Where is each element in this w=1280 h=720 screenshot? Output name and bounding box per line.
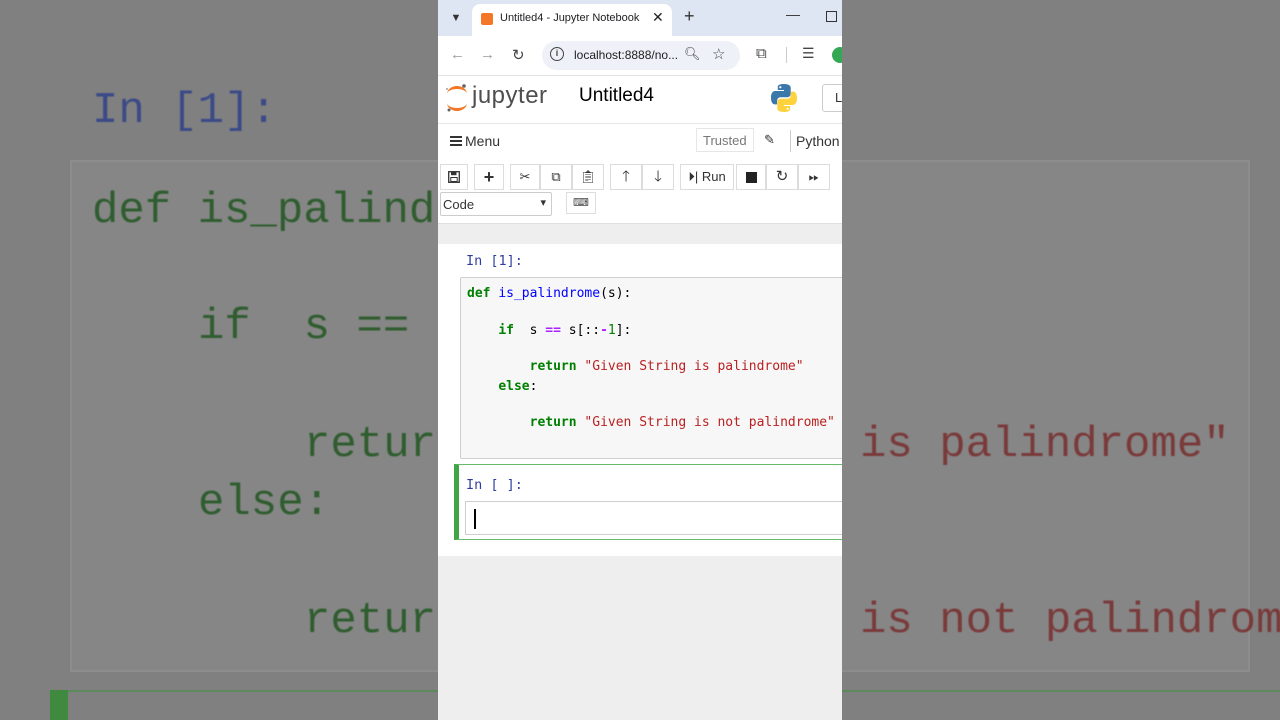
- cell-prompt: In [ ]:: [466, 477, 523, 493]
- restart-run-all-icon[interactable]: ⏩︎: [798, 164, 830, 190]
- backdrop-text: else:: [198, 478, 331, 528]
- run-label: Run: [701, 169, 726, 184]
- new-tab-button[interactable]: +: [684, 6, 695, 27]
- cell-type-value: Code: [443, 197, 475, 212]
- paste-icon[interactable]: 📋︎: [572, 164, 604, 190]
- backdrop-line: else:: [198, 478, 330, 528]
- notebook-page: In [1]: def is_palindrome(s): if s == s[…: [438, 244, 842, 556]
- code-input-area[interactable]: [465, 501, 842, 535]
- step-forward-icon: ⏵︎|: [688, 169, 699, 184]
- backdrop-prompt: In [1]:: [92, 86, 277, 136]
- info-icon[interactable]: i: [550, 47, 564, 61]
- cell-prompt: In [1]:: [466, 253, 523, 269]
- zoom-icon[interactable]: 🔍︎: [684, 46, 701, 62]
- move-down-icon[interactable]: 🡓: [642, 164, 674, 190]
- backdrop-cell-marker: [50, 690, 68, 720]
- code-line[interactable]: else:: [467, 379, 537, 394]
- backdrop-text: retur: [304, 596, 437, 646]
- menu-bar: Menu Trusted ✎ Python: [438, 124, 842, 158]
- code-line[interactable]: return "Given String is palindrome": [467, 359, 804, 374]
- chevron-down-icon[interactable]: ▼: [446, 8, 466, 28]
- back-icon[interactable]: ←: [450, 46, 465, 63]
- selected-cell[interactable]: In [ ]:: [454, 464, 842, 540]
- jupyter-favicon: [481, 13, 493, 25]
- url-text[interactable]: localhost:8888/no...: [574, 48, 678, 62]
- address-bar: ← → ↻ i localhost:8888/no... 🔍︎ ☆ ⧉ ☰: [438, 36, 842, 76]
- backdrop-text: if s ==: [198, 302, 410, 352]
- url-omnibox[interactable]: i localhost:8888/no... 🔍︎ ☆: [542, 41, 740, 70]
- add-cell-button[interactable]: +: [474, 164, 504, 190]
- keyboard-icon[interactable]: ⌨: [566, 192, 596, 214]
- tab-title: Untitled4 - Jupyter Notebook: [500, 12, 640, 24]
- profile-icon[interactable]: [832, 47, 842, 63]
- kernel-indicator[interactable]: Python: [796, 133, 840, 149]
- minimize-icon[interactable]: —: [786, 6, 800, 22]
- move-up-icon[interactable]: 🡑: [610, 164, 642, 190]
- media-icon[interactable]: ☰: [802, 45, 815, 62]
- interrupt-stop-icon[interactable]: [736, 164, 766, 190]
- trusted-indicator[interactable]: Trusted: [696, 128, 754, 152]
- logout-button[interactable]: L: [822, 84, 842, 112]
- cut-icon[interactable]: ✂: [510, 164, 540, 190]
- backdrop-line: if s ==: [198, 302, 409, 352]
- restart-icon[interactable]: ↻: [766, 164, 798, 190]
- forward-icon[interactable]: →: [480, 46, 495, 63]
- jupyter-brand[interactable]: jupyter: [472, 82, 548, 110]
- code-line[interactable]: if s == s[::-1]:: [467, 323, 631, 338]
- cell-type-select[interactable]: Code ▾: [440, 192, 552, 216]
- backdrop-text: def is_palind: [92, 186, 436, 236]
- python-logo-icon: [771, 84, 797, 112]
- backdrop-right-line: is palindrome": [860, 420, 1230, 470]
- notebook-area: In [1]: def is_palindrome(s): if s == s[…: [438, 224, 842, 720]
- backdrop-text: retur: [304, 420, 437, 470]
- backdrop-right-line: is not palindrom: [860, 596, 1280, 646]
- notebook-toolbar: + ✂ ⧉ 📋︎ 🡑 🡓 ⏵︎| Run ↻ ⏩︎ Code ▾ ⌨: [438, 158, 842, 224]
- reload-icon[interactable]: ↻: [512, 46, 525, 64]
- maximize-icon[interactable]: [826, 11, 837, 22]
- pencil-icon[interactable]: ✎: [764, 132, 775, 148]
- close-icon[interactable]: ✕: [652, 9, 664, 26]
- jupyter-header: jupyter Untitled4 L: [438, 76, 842, 124]
- star-icon[interactable]: ☆: [712, 45, 725, 63]
- save-icon[interactable]: [440, 164, 468, 190]
- run-button[interactable]: ⏵︎| Run: [680, 164, 734, 190]
- notebook-name[interactable]: Untitled4: [579, 85, 654, 107]
- text-cursor: [474, 509, 476, 529]
- toolbar-separator: [786, 47, 787, 63]
- tab-bar: ▼ Untitled4 - Jupyter Notebook ✕ + —: [438, 0, 842, 36]
- chevron-down-icon: ▾: [540, 197, 546, 209]
- kernel-separator: [790, 130, 791, 152]
- code-line[interactable]: def is_palindrome(s):: [467, 286, 631, 301]
- backdrop-line: def is_palind: [92, 186, 435, 236]
- hamburger-menu-icon[interactable]: [450, 136, 462, 146]
- tab-active[interactable]: Untitled4 - Jupyter Notebook ✕: [472, 4, 672, 36]
- backdrop-line: retur: [304, 420, 436, 470]
- jupyter-logo-icon[interactable]: [444, 82, 470, 114]
- extensions-icon[interactable]: ⧉: [756, 45, 767, 62]
- backdrop-line: retur: [304, 596, 436, 646]
- menu-button[interactable]: Menu: [465, 133, 500, 149]
- copy-icon[interactable]: ⧉: [540, 164, 572, 190]
- browser-window: ▼ Untitled4 - Jupyter Notebook ✕ + — ← →…: [438, 0, 842, 720]
- code-line[interactable]: return "Given String is not palindrome": [467, 415, 835, 430]
